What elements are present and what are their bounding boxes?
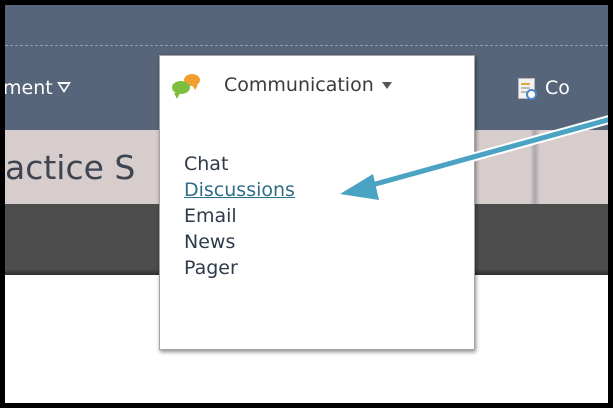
screenshot-frame: ment Co actice S Communication Chat Disc… xyxy=(0,0,613,408)
arrow-icon xyxy=(334,115,608,206)
